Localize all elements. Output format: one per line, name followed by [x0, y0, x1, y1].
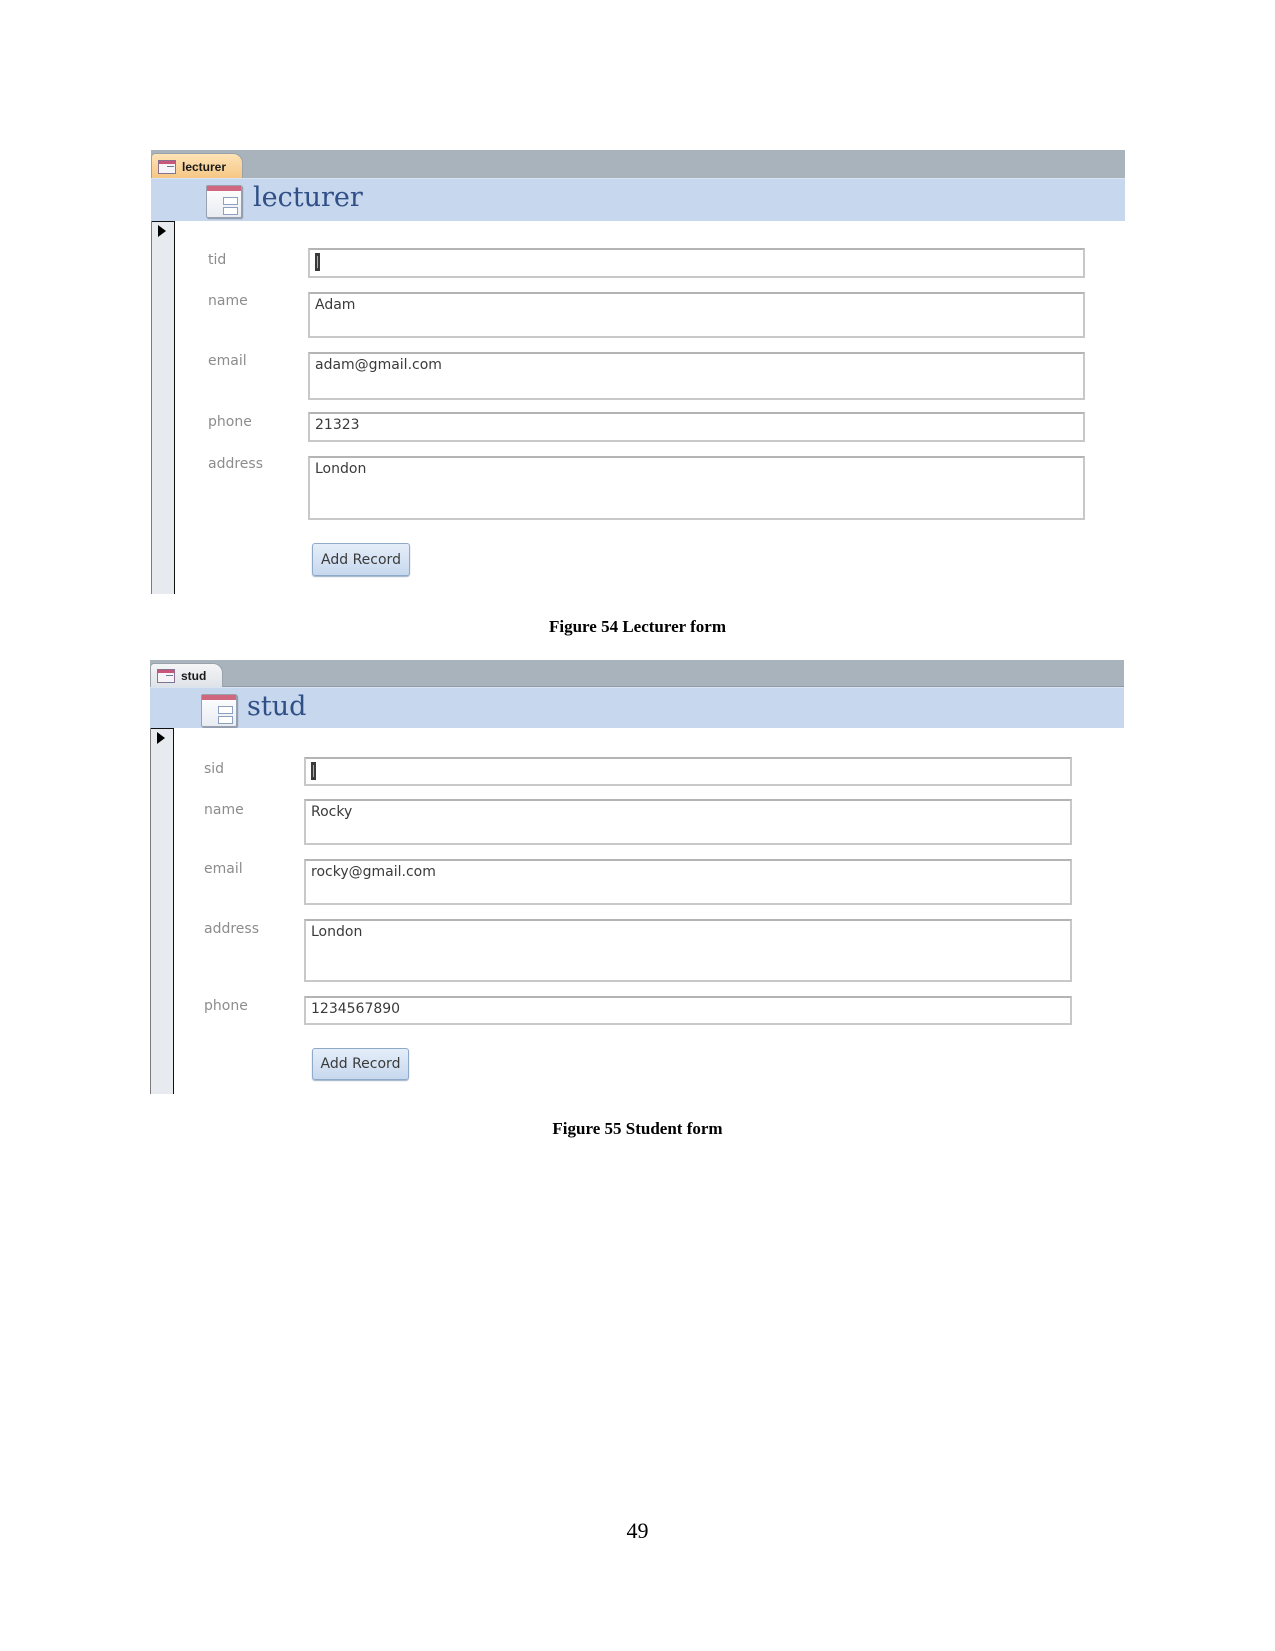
form-detail: sid name Rocky email rocky@gmail.com add… [150, 728, 1124, 1094]
document-tab-bar: stud [150, 660, 1124, 687]
sid-input[interactable] [304, 757, 1072, 786]
field-label-name: name [204, 802, 244, 818]
record-selector[interactable] [150, 728, 174, 1094]
field-label-phone: phone [208, 414, 252, 430]
field-label-sid: sid [204, 761, 225, 777]
selected-value [315, 253, 320, 271]
address-input[interactable]: London [308, 456, 1085, 520]
form-icon [201, 694, 237, 727]
add-record-button[interactable]: Add Record [312, 543, 410, 576]
field-label-name: name [208, 293, 248, 309]
lecturer-form-screenshot: lecturer lecturer tid name Adam email ad… [151, 150, 1125, 594]
phone-input[interactable]: 21323 [308, 412, 1085, 442]
field-label-email: email [204, 861, 243, 877]
record-selector[interactable] [151, 221, 175, 594]
selected-value [311, 762, 316, 780]
tab-lecturer[interactable]: lecturer [151, 153, 244, 179]
name-input[interactable]: Rocky [304, 799, 1072, 845]
form-icon [158, 159, 176, 174]
student-form-screenshot: stud stud sid name Rocky email rocky@gma… [150, 660, 1124, 1094]
email-input[interactable]: rocky@gmail.com [304, 859, 1072, 905]
tab-label: stud [181, 668, 207, 683]
tid-input[interactable] [308, 248, 1085, 278]
field-label-email: email [208, 353, 247, 369]
tab-stud[interactable]: stud [150, 663, 224, 687]
field-label-address: address [204, 921, 260, 937]
form-title: lecturer [253, 182, 363, 213]
field-label-tid: tid [208, 252, 227, 268]
tab-label: lecturer [182, 159, 227, 174]
page-number: 49 [626, 1518, 649, 1543]
figure-caption: Figure 55 Student form [552, 1119, 723, 1138]
figure-caption: Figure 54 Lecturer form [548, 617, 727, 636]
address-input[interactable]: London [304, 919, 1072, 982]
document-tab-bar: lecturer [151, 150, 1125, 179]
current-record-arrow-icon [158, 225, 166, 237]
email-input[interactable]: adam@gmail.com [308, 352, 1085, 400]
add-record-button[interactable]: Add Record [312, 1048, 409, 1080]
name-input[interactable]: Adam [308, 292, 1085, 338]
form-header: stud [150, 687, 1124, 729]
phone-input[interactable]: 1234567890 [304, 996, 1072, 1025]
form-header: lecturer [151, 178, 1125, 221]
form-title: stud [247, 691, 307, 722]
field-label-address: address [208, 456, 264, 472]
field-label-phone: phone [204, 998, 248, 1014]
form-icon [157, 668, 175, 683]
form-detail: tid name Adam email adam@gmail.com phone… [151, 221, 1125, 594]
form-icon [206, 185, 242, 218]
current-record-arrow-icon [157, 732, 165, 744]
